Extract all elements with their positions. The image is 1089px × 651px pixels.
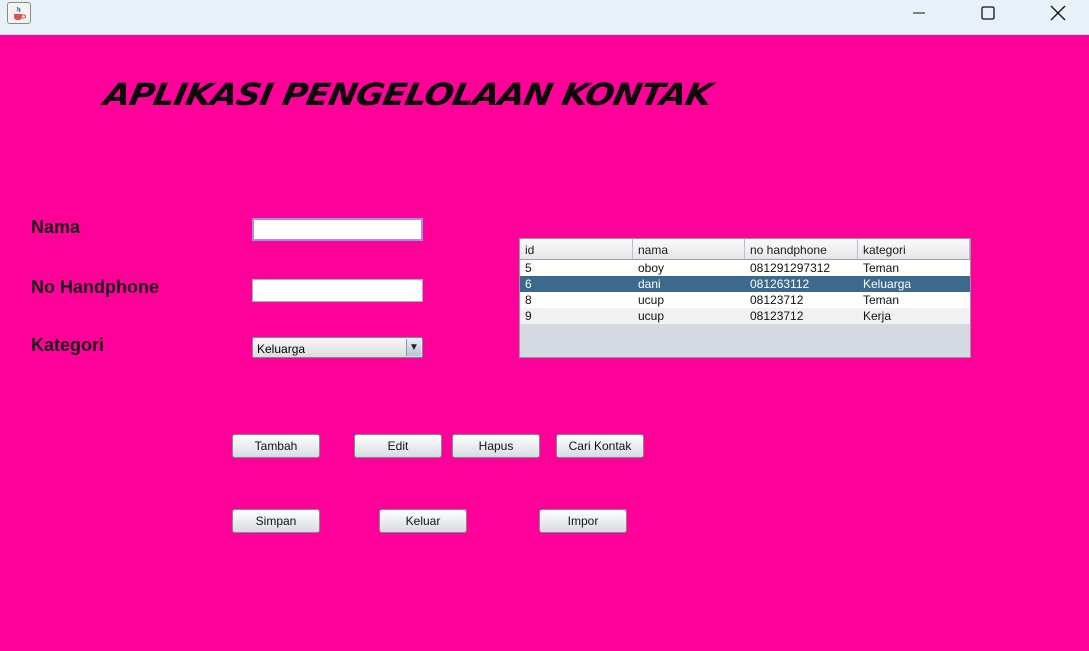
- cell-no-handphone: 081291297312: [750, 261, 831, 275]
- kategori-selected-value: Keluarga: [257, 342, 306, 356]
- minimize-button[interactable]: [896, 0, 942, 26]
- impor-button[interactable]: Impor: [539, 509, 627, 533]
- cell-no-handphone: 081263112: [750, 277, 810, 291]
- java-coffee-cup-icon[interactable]: [7, 2, 31, 24]
- column-header-id[interactable]: id: [520, 239, 633, 259]
- minimize-icon: [913, 12, 925, 14]
- nama-input[interactable]: [252, 218, 423, 241]
- simpan-button[interactable]: Simpan: [232, 509, 320, 533]
- cell-nama: dani: [638, 277, 661, 291]
- table-row-selected[interactable]: 6 dani 081263112 Keluarga: [520, 276, 970, 292]
- maximize-icon: [981, 6, 995, 20]
- close-icon: [1050, 5, 1066, 21]
- table-row[interactable]: 8 ucup 08123712 Teman: [520, 292, 970, 308]
- main-panel: APLIKASI PENGELOLAAN KONTAK Nama No Hand…: [0, 35, 1089, 651]
- contacts-table: id nama no handphone kategori 5 oboy 081…: [519, 238, 971, 358]
- app-title: APLIKASI PENGELOLAAN KONTAK: [100, 77, 715, 113]
- cari-kontak-button[interactable]: Cari Kontak: [556, 434, 644, 458]
- cell-nama: ucup: [638, 293, 665, 307]
- cell-id: 6: [525, 277, 532, 291]
- column-header-kategori[interactable]: kategori: [858, 239, 970, 259]
- table-header: id nama no handphone kategori: [520, 239, 970, 260]
- cell-kategori: Kerja: [863, 309, 892, 323]
- kategori-label: Kategori: [31, 335, 105, 355]
- edit-button[interactable]: Edit: [354, 434, 442, 458]
- column-header-nama[interactable]: nama: [633, 239, 745, 259]
- nohp-label: No Handphone: [31, 277, 159, 297]
- column-header-no-handphone[interactable]: no handphone: [745, 239, 858, 259]
- cell-kategori: Teman: [863, 293, 900, 307]
- cell-nama: oboy: [638, 261, 665, 275]
- nohp-input[interactable]: [252, 279, 423, 302]
- cell-nama: ucup: [638, 309, 665, 323]
- table-body: 5 oboy 081291297312 Teman 6 dani 0812631…: [520, 260, 970, 324]
- cell-id: 8: [525, 293, 532, 307]
- cell-id: 9: [525, 309, 532, 323]
- cell-no-handphone: 08123712: [750, 293, 804, 307]
- table-row[interactable]: 5 oboy 081291297312 Teman: [520, 260, 970, 276]
- tambah-button[interactable]: Tambah: [232, 434, 320, 458]
- cell-id: 5: [525, 261, 532, 275]
- cell-kategori: Teman: [863, 261, 900, 275]
- maximize-button[interactable]: [965, 0, 1011, 26]
- table-row[interactable]: 9 ucup 08123712 Kerja: [520, 308, 970, 324]
- hapus-button[interactable]: Hapus: [452, 434, 540, 458]
- cell-kategori: Keluarga: [863, 277, 912, 291]
- nama-label: Nama: [31, 217, 81, 237]
- keluar-button[interactable]: Keluar: [379, 509, 467, 533]
- dropdown-arrow-icon[interactable]: ▼: [406, 339, 421, 356]
- close-button[interactable]: [1035, 0, 1081, 26]
- kategori-dropdown[interactable]: Keluarga ▼: [252, 337, 423, 358]
- cell-no-handphone: 08123712: [750, 309, 804, 323]
- window-titlebar: [0, 0, 1089, 35]
